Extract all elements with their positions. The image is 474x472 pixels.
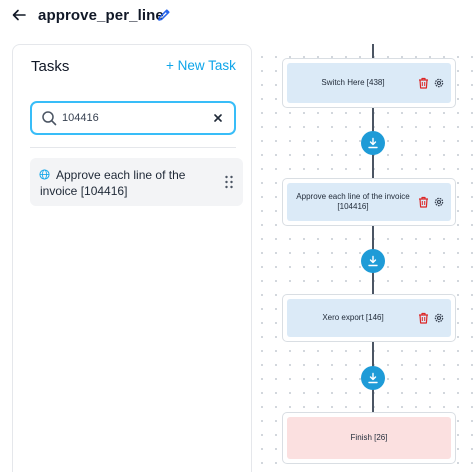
flow-node-switch[interactable]: Switch Here [438]	[282, 58, 456, 108]
gear-icon[interactable]	[433, 77, 445, 89]
back-button[interactable]	[9, 5, 29, 25]
new-task-button[interactable]: + New Task	[166, 58, 236, 73]
flow-edge	[372, 44, 374, 58]
flow-node-finish[interactable]: Finish [26]	[282, 412, 456, 464]
download-arrow-icon	[368, 255, 378, 267]
gear-icon[interactable]	[433, 196, 445, 208]
page-header: approve_per_line	[0, 0, 474, 34]
task-list-item-label: Approve each line of the invoice [104416…	[40, 168, 186, 198]
drag-handle-icon[interactable]	[224, 175, 234, 189]
add-step-button[interactable]	[361, 366, 385, 390]
tasks-panel-title: Tasks	[31, 58, 70, 75]
clear-search-button[interactable]	[211, 111, 225, 125]
download-arrow-icon	[368, 137, 378, 149]
flow-node-label: Approve each line of the invoice [104416…	[296, 192, 410, 211]
tasks-panel: Tasks + New Task Approve each line of th…	[12, 44, 252, 472]
panel-divider	[30, 147, 236, 148]
add-step-button[interactable]	[361, 131, 385, 155]
close-icon	[214, 114, 222, 122]
workflow-canvas[interactable]: Switch Here [438] Approve each line of t…	[252, 44, 474, 472]
trash-icon[interactable]	[418, 196, 429, 208]
download-arrow-icon	[368, 372, 378, 384]
task-list-item[interactable]: Approve each line of the invoice [104416…	[30, 158, 243, 206]
flow-node-label: Xero export [146]	[322, 313, 384, 322]
gear-icon[interactable]	[433, 312, 445, 324]
pencil-icon[interactable]	[156, 7, 172, 23]
flow-node-xero-export[interactable]: Xero export [146]	[282, 294, 456, 342]
search-icon	[42, 111, 57, 126]
page-title: approve_per_line	[38, 7, 164, 24]
trash-icon[interactable]	[418, 312, 429, 324]
task-search-box	[30, 101, 236, 135]
arrow-left-icon	[12, 9, 26, 21]
flow-node-label: Finish [26]	[350, 433, 388, 442]
add-step-button[interactable]	[361, 249, 385, 273]
flow-node-label: Switch Here [438]	[321, 78, 385, 87]
flow-node-approve[interactable]: Approve each line of the invoice [104416…	[282, 178, 456, 226]
trash-icon[interactable]	[418, 77, 429, 89]
task-search-input[interactable]	[62, 108, 202, 128]
